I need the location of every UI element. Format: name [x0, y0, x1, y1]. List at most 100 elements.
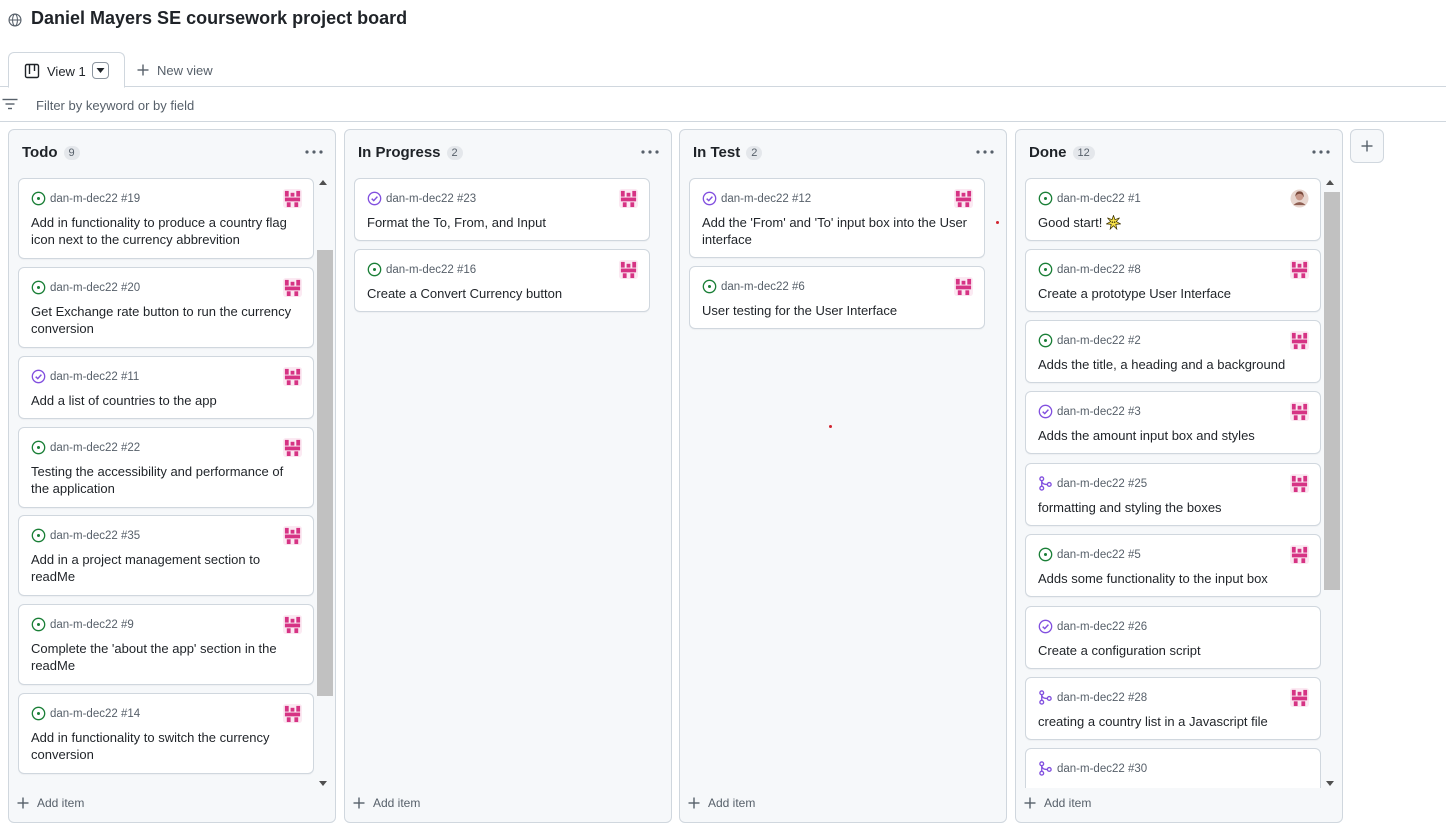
- issue-card[interactable]: dan-m-dec22 #2 Adds the title, a heading…: [1025, 320, 1321, 383]
- issue-card[interactable]: dan-m-dec22 #20 Get Exchange rate button…: [18, 267, 314, 348]
- add-item-button[interactable]: Add item: [1024, 796, 1091, 810]
- add-item-label: Add item: [1044, 796, 1092, 810]
- column-count-badge: 2: [746, 146, 763, 160]
- issue-card[interactable]: dan-m-dec22 #14 Add in functionality to …: [18, 693, 314, 774]
- issue-title-text: Add a list of countries to the app: [31, 393, 217, 408]
- issue-title[interactable]: creating a country list in a Javascript …: [1038, 713, 1310, 730]
- column-menu-button[interactable]: [1310, 143, 1332, 161]
- issue-card[interactable]: dan-m-dec22 #1 Good start!: [1025, 178, 1321, 241]
- filter-bar: [0, 88, 1446, 122]
- column-todo: Todo 9 dan-m-dec22 #19 Add in functionali…: [8, 129, 336, 823]
- add-item-label: Add item: [708, 796, 756, 810]
- issue-card[interactable]: dan-m-dec22 #22 Testing the accessibilit…: [18, 427, 314, 508]
- issue-title[interactable]: formatting and styling the boxes: [1038, 499, 1310, 516]
- column-menu-button[interactable]: [303, 143, 325, 161]
- assignee-avatar[interactable]: [1290, 688, 1309, 707]
- issue-open-icon: [1038, 547, 1053, 562]
- issue-title[interactable]: User testing for the User Interface: [702, 302, 974, 319]
- issue-reference: dan-m-dec22 #12: [721, 192, 812, 205]
- assignee-avatar[interactable]: [283, 615, 302, 634]
- issue-card[interactable]: dan-m-dec22 #28 creating a country list …: [1025, 677, 1321, 740]
- issue-reference: dan-m-dec22 #6: [721, 280, 805, 293]
- issue-card[interactable]: dan-m-dec22 #35 Add in a project managem…: [18, 515, 314, 596]
- column-menu-button[interactable]: [639, 143, 661, 161]
- column-menu-button[interactable]: [974, 143, 996, 161]
- assignee-avatar[interactable]: [1290, 331, 1309, 350]
- column-scrollbar[interactable]: [1322, 178, 1340, 788]
- assignee-avatar[interactable]: [283, 704, 302, 723]
- scroll-up-arrow-icon[interactable]: [1325, 178, 1335, 186]
- issue-title-text: Add in functionality to produce a countr…: [31, 215, 287, 247]
- filter-input[interactable]: [30, 94, 630, 116]
- assignee-avatar[interactable]: [283, 526, 302, 545]
- issue-title[interactable]: Add the 'From' and 'To' input box into t…: [702, 214, 974, 248]
- scrollbar-thumb[interactable]: [317, 250, 333, 696]
- issue-card[interactable]: dan-m-dec22 #26 Create a configuration s…: [1025, 606, 1321, 669]
- user-photo-avatar[interactable]: [1290, 189, 1309, 208]
- card-list: dan-m-dec22 #23 Format the To, From, and…: [354, 178, 650, 788]
- globe-icon: [8, 13, 22, 27]
- assignee-avatar[interactable]: [1290, 474, 1309, 493]
- assignee-avatar[interactable]: [1290, 545, 1309, 564]
- issue-title[interactable]: Add a list of countries to the app: [31, 392, 303, 409]
- scrollbar-thumb[interactable]: [1324, 192, 1340, 590]
- issue-card[interactable]: dan-m-dec22 #16 Create a Convert Currenc…: [354, 249, 650, 312]
- issue-title[interactable]: Add in a project management section to r…: [31, 551, 303, 585]
- issue-title[interactable]: Adds the amount input box and styles: [1038, 427, 1310, 444]
- assignee-avatar[interactable]: [283, 189, 302, 208]
- assignee-avatar[interactable]: [283, 278, 302, 297]
- column-scrollbar[interactable]: [315, 178, 333, 788]
- issue-card[interactable]: dan-m-dec22 #11 Add a list of countries …: [18, 356, 314, 419]
- issue-title[interactable]: Get Exchange rate button to run the curr…: [31, 303, 303, 337]
- assignee-avatar[interactable]: [954, 277, 973, 296]
- issue-open-icon: [1038, 262, 1053, 277]
- tab-view-1[interactable]: View 1: [8, 52, 125, 88]
- column-name: In Progress: [358, 144, 441, 161]
- assignee-avatar[interactable]: [619, 189, 638, 208]
- scroll-down-arrow-icon[interactable]: [318, 780, 328, 788]
- view-options-dropdown[interactable]: [92, 62, 109, 79]
- assignee-avatar[interactable]: [1290, 260, 1309, 279]
- new-view-button[interactable]: New view: [137, 62, 213, 78]
- assignee-avatar[interactable]: [619, 260, 638, 279]
- issue-card[interactable]: dan-m-dec22 #12 Add the 'From' and 'To' …: [689, 178, 985, 258]
- add-column-button[interactable]: [1350, 129, 1384, 163]
- issue-title[interactable]: Add in functionality to switch the curre…: [31, 729, 303, 763]
- issue-title[interactable]: Format the To, From, and Input: [367, 214, 639, 231]
- issue-title-text: Adds the amount input box and styles: [1038, 428, 1255, 443]
- plus-icon: [1024, 797, 1036, 809]
- issue-title[interactable]: Good start!: [1038, 214, 1310, 234]
- scroll-down-arrow-icon[interactable]: [1325, 780, 1335, 788]
- issue-card[interactable]: dan-m-dec22 #6 User testing for the User…: [689, 266, 985, 329]
- issue-meta: dan-m-dec22 #2: [1038, 333, 1141, 348]
- add-item-button[interactable]: Add item: [688, 796, 755, 810]
- issue-title[interactable]: Create a prototype User Interface: [1038, 285, 1310, 302]
- issue-title[interactable]: Create a Convert Currency button: [367, 285, 639, 302]
- column-header: Todo 9: [9, 130, 335, 174]
- issue-title[interactable]: Create a configuration script: [1038, 642, 1310, 659]
- issue-card[interactable]: dan-m-dec22 #19 Add in functionality to …: [18, 178, 314, 259]
- add-item-button[interactable]: Add item: [17, 796, 84, 810]
- issue-title[interactable]: Adds some functionality to the input box: [1038, 570, 1310, 587]
- scroll-up-arrow-icon[interactable]: [318, 178, 328, 186]
- issue-card[interactable]: dan-m-dec22 #25 formatting and styling t…: [1025, 463, 1321, 526]
- issue-card[interactable]: dan-m-dec22 #30: [1025, 748, 1321, 788]
- issue-title[interactable]: Testing the accessibility and performanc…: [31, 463, 303, 497]
- issue-title[interactable]: Add in functionality to produce a countr…: [31, 214, 303, 248]
- issue-card[interactable]: dan-m-dec22 #3 Adds the amount input box…: [1025, 391, 1321, 454]
- issue-card[interactable]: dan-m-dec22 #8 Create a prototype User I…: [1025, 249, 1321, 312]
- page-header: Daniel Mayers SE coursework project boar…: [0, 0, 1446, 40]
- assignee-avatar[interactable]: [283, 438, 302, 457]
- assignee-avatar[interactable]: [1290, 402, 1309, 421]
- assignee-avatar[interactable]: [283, 367, 302, 386]
- issue-title[interactable]: Complete the 'about the app' section in …: [31, 640, 303, 674]
- issue-card[interactable]: dan-m-dec22 #23 Format the To, From, and…: [354, 178, 650, 241]
- issue-title[interactable]: Adds the title, a heading and a backgrou…: [1038, 356, 1310, 373]
- issue-open-icon: [702, 279, 717, 294]
- column-title: In Test 2: [693, 144, 763, 161]
- assignee-avatar[interactable]: [954, 189, 973, 208]
- stray-dot: [996, 221, 999, 224]
- add-item-button[interactable]: Add item: [353, 796, 420, 810]
- issue-card[interactable]: dan-m-dec22 #9 Complete the 'about the a…: [18, 604, 314, 685]
- issue-card[interactable]: dan-m-dec22 #5 Adds some functionality t…: [1025, 534, 1321, 597]
